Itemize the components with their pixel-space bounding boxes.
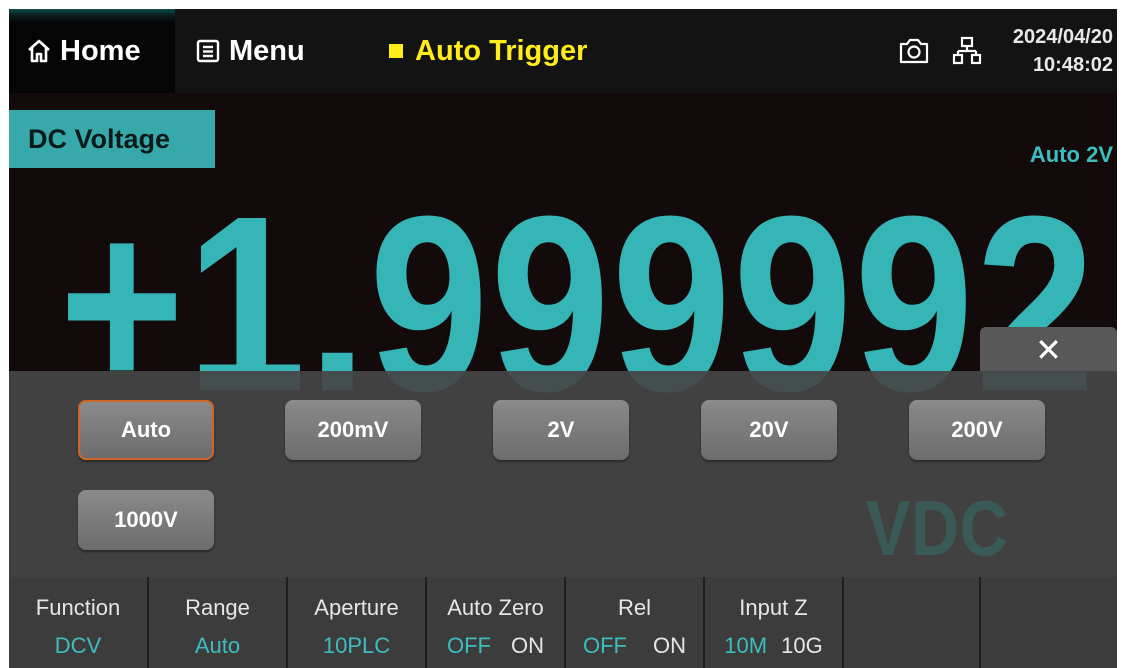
softkey-option-off: OFF: [583, 633, 627, 658]
softkey-auto-zero[interactable]: Auto Zero OFF ON: [427, 577, 566, 668]
softkey-range[interactable]: Range Auto: [149, 577, 288, 668]
softkey-label: Function: [35, 595, 121, 620]
softkey-value: 10PLC: [322, 633, 391, 658]
softkey-label: Auto Zero: [447, 595, 544, 620]
unit-label: VDC: [866, 484, 1009, 572]
range-option-20v[interactable]: 20V: [701, 400, 837, 460]
softkey-rel[interactable]: Rel OFF ON: [566, 577, 705, 668]
camera-icon[interactable]: [897, 36, 931, 71]
softkey-label: Aperture: [314, 595, 399, 620]
close-popup-button[interactable]: ✕: [980, 327, 1117, 372]
softkey-value: Auto: [194, 633, 241, 658]
softkey-function[interactable]: Function DCV: [9, 577, 149, 668]
softkey-label: Rel: [617, 595, 651, 620]
range-popup: VDC Auto 200mV 2V 20V 200V 1000V: [9, 371, 1117, 577]
trigger-status[interactable]: Auto Trigger: [389, 9, 587, 93]
trigger-indicator-icon: [389, 44, 403, 58]
range-option-2v[interactable]: 2V: [493, 400, 629, 460]
softkey-aperture[interactable]: Aperture 10PLC: [288, 577, 427, 668]
network-icon: [952, 36, 982, 71]
softkey-input-z[interactable]: Input Z 10M 10G: [705, 577, 844, 668]
home-label: Home: [60, 34, 141, 67]
softkey-option-10m: 10M: [724, 633, 768, 658]
datetime: 2024/04/20 10:48:02: [1013, 23, 1113, 79]
date-text: 2024/04/20: [1012, 26, 1113, 48]
close-icon: ✕: [1035, 331, 1062, 368]
softkey-option-off: OFF: [447, 633, 491, 658]
softkey-label: Range: [185, 595, 250, 620]
time-text: 10:48:02: [1032, 54, 1113, 76]
dmm-screen: Home Menu Auto Trigger 2024/04/20 10:48:…: [9, 9, 1117, 668]
menu-icon: [195, 38, 221, 64]
home-icon: [26, 38, 52, 64]
softkey-option-10g: 10G: [781, 633, 823, 658]
menu-button[interactable]: Menu: [175, 9, 355, 93]
top-bar: Home Menu Auto Trigger 2024/04/20 10:48:…: [9, 9, 1117, 93]
trigger-label: Auto Trigger: [415, 34, 588, 67]
softkey-option-on: ON: [653, 633, 686, 658]
softkey-empty-8[interactable]: [981, 577, 1117, 668]
function-tag: DC Voltage: [9, 110, 215, 168]
softkey-option-on: ON: [511, 633, 544, 658]
softkey-label: Input Z: [739, 595, 808, 620]
range-option-200v[interactable]: 200V: [909, 400, 1045, 460]
menu-label: Menu: [229, 34, 305, 67]
range-option-1000v[interactable]: 1000V: [78, 490, 214, 550]
range-option-auto[interactable]: Auto: [78, 400, 214, 460]
range-option-200mv[interactable]: 200mV: [285, 400, 421, 460]
home-button[interactable]: Home: [9, 9, 175, 93]
softkey-bar: Function DCV Range Auto Aperture 10PLC A…: [9, 577, 1117, 668]
softkey-value: DCV: [54, 633, 102, 658]
softkey-empty-7[interactable]: [844, 577, 981, 668]
